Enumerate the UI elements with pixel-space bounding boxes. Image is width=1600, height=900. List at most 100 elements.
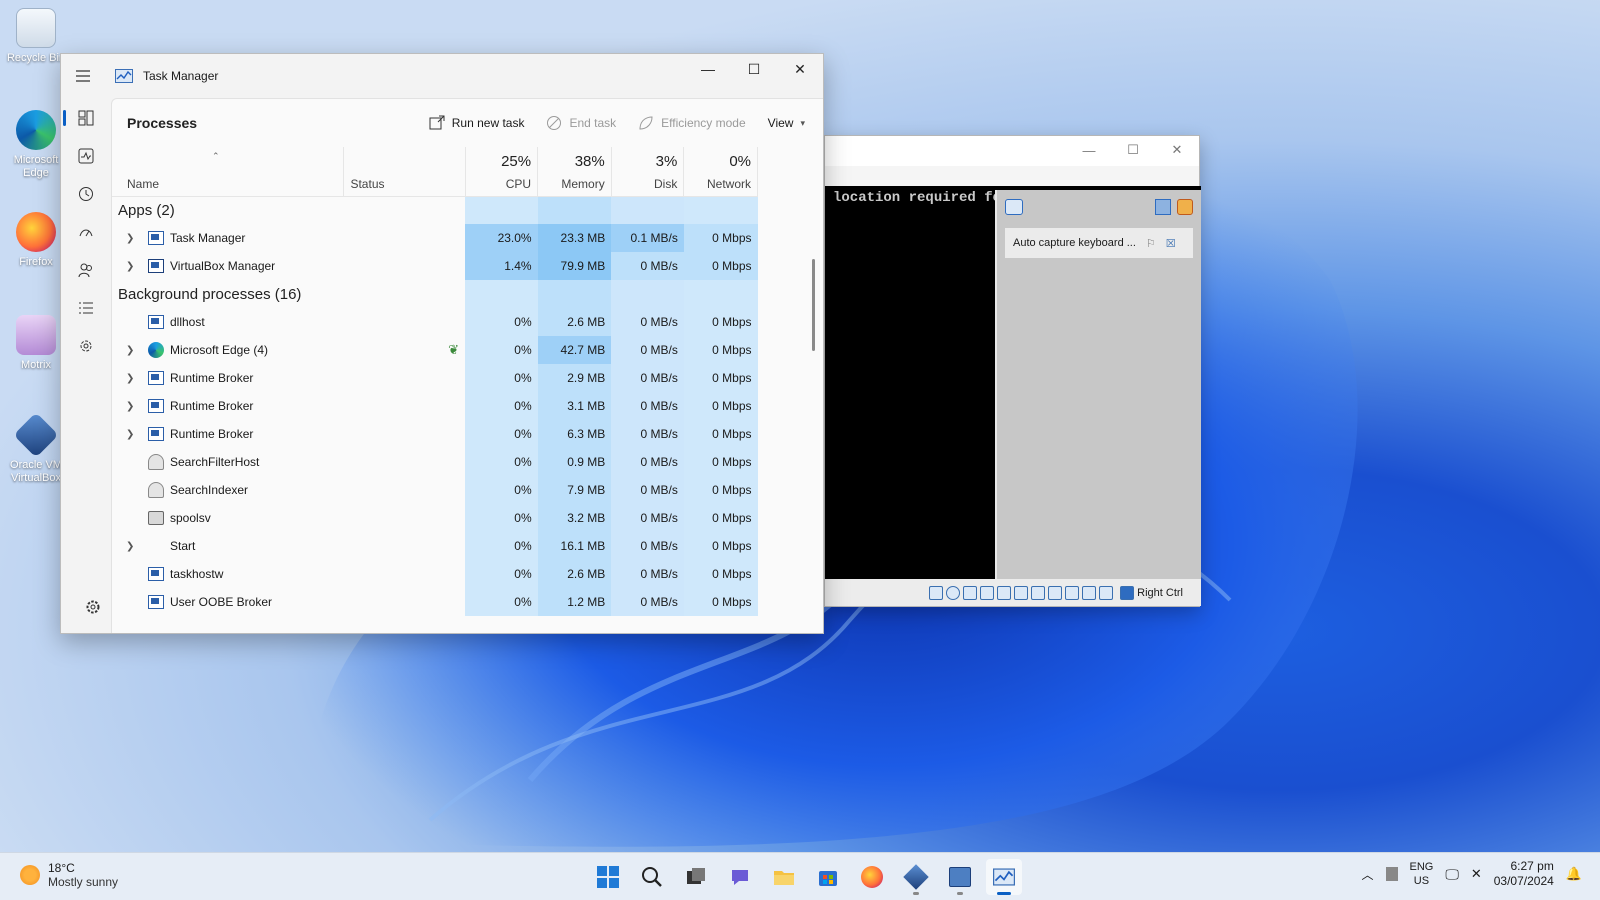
- table-row[interactable]: ❯ VirtualBox Manager 1.4% 79.9 MB 0 MB/s …: [112, 252, 758, 280]
- table-row[interactable]: ❯ Microsoft Edge (4) ❦ 0% 42.7 MB 0 MB/s …: [112, 336, 758, 364]
- efficiency-mode-button[interactable]: Efficiency mode: [638, 115, 746, 131]
- table-row[interactable]: ❯ Runtime Broker 0% 2.9 MB 0 MB/s 0 Mbps: [112, 364, 758, 392]
- desktop-icon-virtualbox[interactable]: Oracle VM VirtualBox: [4, 412, 68, 485]
- minimize-button[interactable]: —: [685, 54, 731, 84]
- file-explorer-button[interactable]: [766, 859, 802, 895]
- nav-users-icon[interactable]: [68, 252, 104, 288]
- settings-gear-icon[interactable]: [75, 589, 111, 625]
- run-new-task-button[interactable]: Run new task: [429, 115, 524, 131]
- search-icon: [642, 867, 662, 887]
- table-row[interactable]: ❯ Task Manager 23.0% 23.3 MB 0.1 MB/s 0 M…: [112, 224, 758, 252]
- table-row[interactable]: ❯ Runtime Broker 0% 6.3 MB 0 MB/s 0 Mbps: [112, 420, 758, 448]
- cpu-icon[interactable]: [1082, 585, 1097, 600]
- process-name: Task Manager: [170, 231, 246, 245]
- tray-app-icon[interactable]: [1385, 867, 1398, 881]
- weather-widget[interactable]: 18°C Mostly sunny: [20, 861, 118, 889]
- column-header-cpu[interactable]: 25% CPU: [465, 147, 539, 197]
- vertical-scrollbar[interactable]: [812, 259, 815, 351]
- chevron-right-icon[interactable]: ❯: [126, 541, 140, 552]
- network-icon[interactable]: 🖵: [1445, 866, 1459, 883]
- nav-processes-icon[interactable]: [63, 100, 104, 136]
- shared-folder-icon[interactable]: [1031, 585, 1046, 600]
- desktop-icon-recycle-bin[interactable]: Recycle Bin: [4, 8, 68, 65]
- table-row[interactable]: User OOBE Broker 0% 1.2 MB 0 MB/s 0 Mbps: [112, 588, 758, 616]
- chevron-right-icon[interactable]: ❯: [126, 401, 140, 412]
- notification-settings-icon[interactable]: [1155, 199, 1171, 215]
- show-hidden-icons-chevron-icon[interactable]: ︿: [1361, 866, 1373, 883]
- chat-button[interactable]: [722, 859, 758, 895]
- task-view-button[interactable]: [678, 859, 714, 895]
- nav-services-icon[interactable]: [68, 328, 104, 364]
- search-indexer-icon: [148, 482, 164, 498]
- vm-maximize-button[interactable]: ☐: [1111, 136, 1155, 164]
- display-icon[interactable]: [1048, 585, 1063, 600]
- desktop-icon-firefox[interactable]: Firefox: [4, 212, 68, 269]
- clock[interactable]: 6:27 pm 03/07/2024: [1494, 859, 1554, 889]
- table-row[interactable]: spoolsv 0% 3.2 MB 0 MB/s 0 Mbps: [112, 504, 758, 532]
- close-button[interactable]: ✕: [777, 54, 823, 84]
- desktop-icon-edge[interactable]: Microsoft Edge: [4, 110, 68, 180]
- network-adapter-icon[interactable]: [997, 585, 1012, 600]
- nav-app-history-icon[interactable]: [68, 176, 104, 212]
- nav-details-icon[interactable]: [68, 290, 104, 326]
- notification-close-all-icon[interactable]: [1177, 199, 1193, 215]
- task-manager-window[interactable]: Task Manager — ☐ ✕ Processes Run new tas…: [60, 53, 824, 634]
- task-manager-taskbar-button[interactable]: [986, 859, 1022, 895]
- column-header-memory[interactable]: 38% Memory: [537, 147, 612, 197]
- language-indicator[interactable]: ENG US: [1410, 860, 1434, 888]
- column-header-disk[interactable]: 3% Disk: [611, 147, 685, 197]
- vm-session-taskbar-button[interactable]: [942, 859, 978, 895]
- dismiss-icon[interactable]: ☒: [1166, 237, 1176, 250]
- hard-disk-icon[interactable]: [929, 585, 944, 600]
- virtualbox-vm-window[interactable]: — ☐ ✕ location required for the Windows.…: [824, 135, 1201, 607]
- host-key-label[interactable]: Right Ctrl: [1137, 587, 1183, 599]
- firefox-taskbar-button[interactable]: [854, 859, 890, 895]
- table-row[interactable]: taskhostw 0% 2.6 MB 0 MB/s 0 Mbps: [112, 560, 758, 588]
- cpu-cell: 0%: [465, 308, 538, 336]
- usb-icon[interactable]: [1014, 585, 1029, 600]
- vm-titlebar[interactable]: — ☐ ✕: [825, 136, 1199, 166]
- column-header-status[interactable]: Status: [343, 147, 466, 197]
- nav-startup-apps-icon[interactable]: [68, 214, 104, 250]
- auto-capture-notification[interactable]: Auto capture keyboard ... ⚐ ☒: [1005, 228, 1193, 258]
- notification-bell-icon[interactable]: 🔔: [1566, 866, 1582, 882]
- desktop-icon-motrix[interactable]: Motrix: [4, 315, 68, 372]
- table-row[interactable]: ❯ Runtime Broker 0% 3.1 MB 0 MB/s 0 Mbps: [112, 392, 758, 420]
- optical-drive-icon[interactable]: [946, 585, 961, 600]
- chevron-right-icon[interactable]: ❯: [126, 429, 140, 440]
- vm-minimize-button[interactable]: —: [1067, 136, 1111, 164]
- audio-icon[interactable]: [980, 585, 995, 600]
- message-icon[interactable]: [1005, 199, 1023, 215]
- table-row[interactable]: SearchIndexer 0% 7.9 MB 0 MB/s 0 Mbps: [112, 476, 758, 504]
- virtualbox-taskbar-button[interactable]: [898, 859, 934, 895]
- mouse-integration-icon[interactable]: [1099, 585, 1114, 600]
- windows-logo-icon: [597, 866, 619, 888]
- tm-titlebar[interactable]: Task Manager — ☐ ✕: [61, 54, 823, 98]
- maximize-button[interactable]: ☐: [731, 54, 777, 84]
- search-button[interactable]: [634, 859, 670, 895]
- chevron-right-icon[interactable]: ❯: [126, 345, 140, 356]
- recording-icon[interactable]: [1065, 585, 1080, 600]
- view-menu-button[interactable]: View ▾: [768, 116, 805, 130]
- volume-muted-icon[interactable]: ✕: [1471, 866, 1482, 882]
- hamburger-menu-icon[interactable]: [61, 54, 105, 98]
- floppy-icon[interactable]: [963, 585, 978, 600]
- disk-cell: 0 MB/s: [611, 392, 684, 420]
- nav-performance-icon[interactable]: [68, 138, 104, 174]
- cpu-label: CPU: [505, 176, 532, 191]
- table-row[interactable]: ❯ Start 0% 16.1 MB 0 MB/s 0 Mbps: [112, 532, 758, 560]
- end-task-button[interactable]: End task: [546, 115, 616, 131]
- table-row[interactable]: dllhost 0% 2.6 MB 0 MB/s 0 Mbps: [112, 308, 758, 336]
- table-row[interactable]: SearchFilterHost 0% 0.9 MB 0 MB/s 0 Mbps: [112, 448, 758, 476]
- column-header-name[interactable]: ⌃ Name: [112, 147, 345, 197]
- column-header-network[interactable]: 0% Network: [683, 147, 758, 197]
- chevron-right-icon[interactable]: ❯: [126, 233, 140, 244]
- start-button[interactable]: [590, 859, 626, 895]
- store-button[interactable]: [810, 859, 846, 895]
- vm-guest-screen[interactable]: location required for the Windows. Wait …: [825, 186, 1201, 581]
- mute-icon[interactable]: ⚐: [1146, 237, 1156, 250]
- vm-close-button[interactable]: ✕: [1155, 136, 1199, 164]
- chevron-right-icon[interactable]: ❯: [126, 261, 140, 272]
- apps-group-label: Apps (2): [118, 201, 175, 219]
- chevron-right-icon[interactable]: ❯: [126, 373, 140, 384]
